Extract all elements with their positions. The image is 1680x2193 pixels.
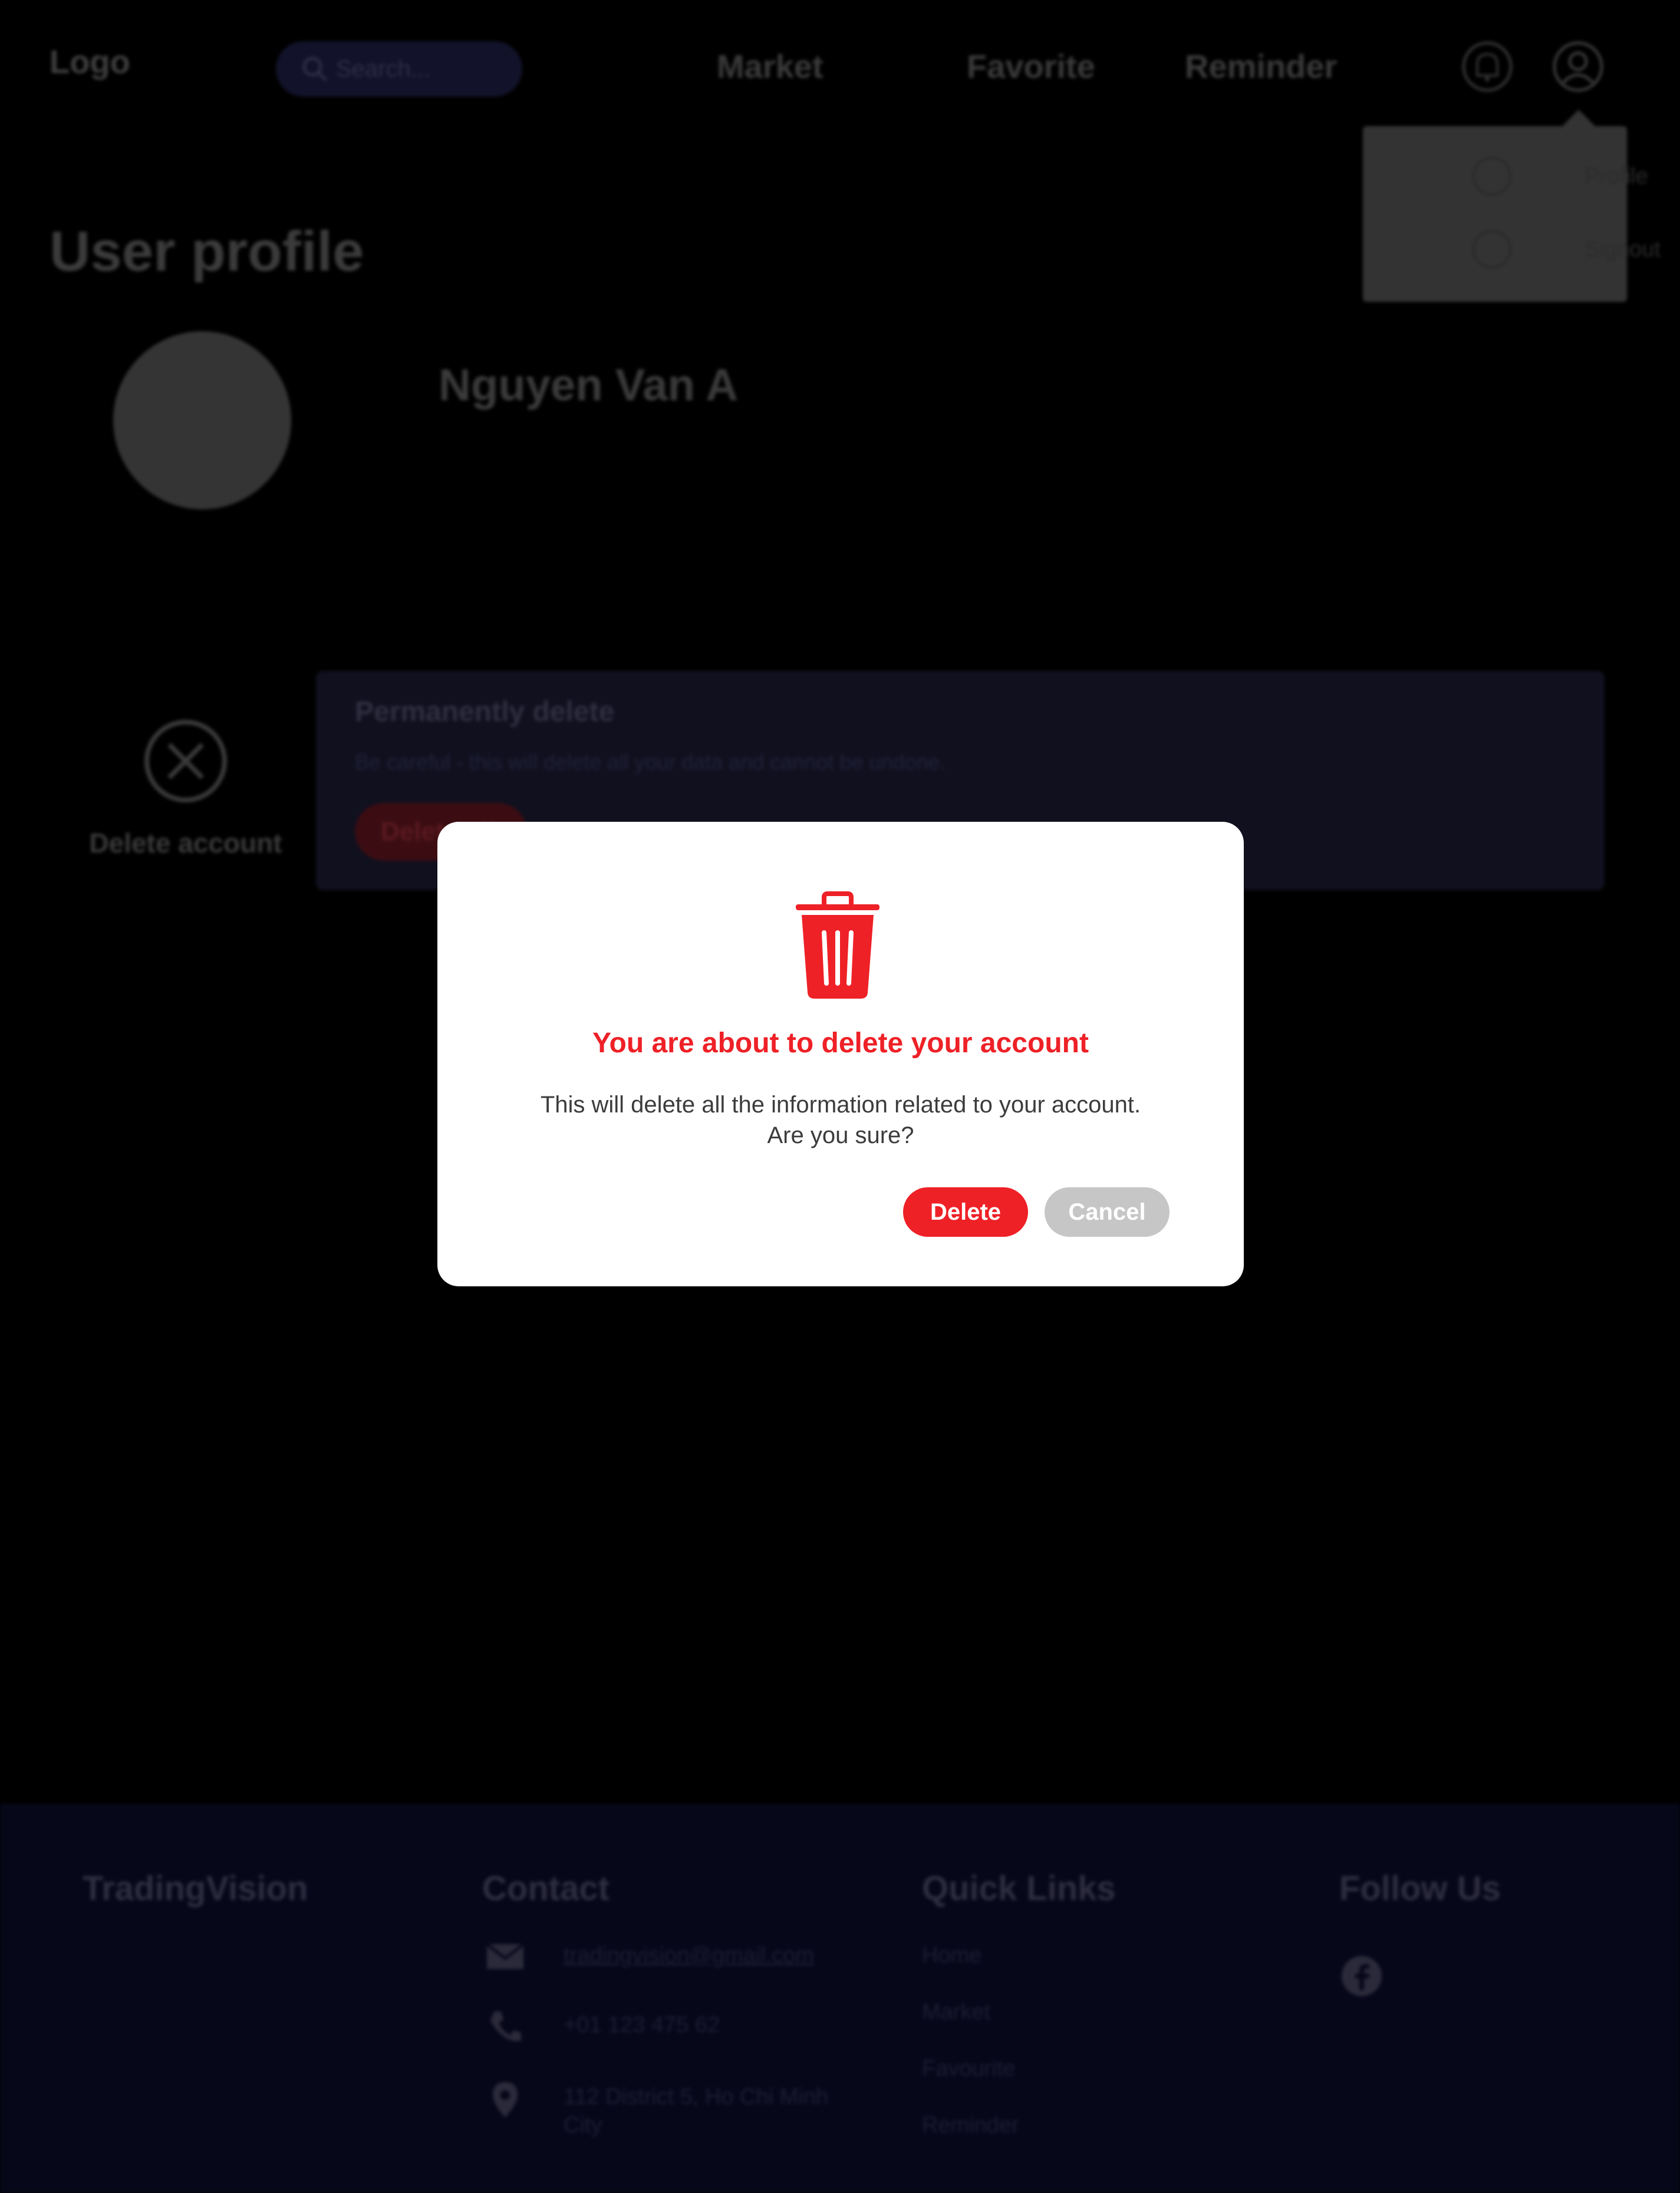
user-icon[interactable]	[1551, 40, 1605, 93]
search-icon	[297, 51, 332, 87]
footer-link-favourite[interactable]: Favourite	[922, 2056, 1015, 2082]
footer-phone: +01 123 475 62	[564, 2013, 720, 2037]
user-dropdown: Profile Signout	[1363, 126, 1661, 302]
danger-card-text: Be careful - this will delete all your d…	[355, 750, 946, 774]
facebook-icon[interactable]	[1340, 1955, 1383, 1997]
phone-icon	[490, 2011, 521, 2041]
dropdown-item-profile[interactable]: Profile	[1399, 157, 1648, 196]
nav-link-favorite[interactable]: Favorite	[967, 47, 1095, 85]
modal-message-line1: This will delete all the information rel…	[540, 1092, 1141, 1118]
footer-follow-title: Follow Us	[1339, 1869, 1501, 1908]
logo[interactable]: Logo	[50, 42, 130, 81]
delete-account-modal: You are about to delete your account Thi…	[437, 822, 1244, 1286]
dropdown-caret	[1561, 110, 1596, 127]
search-input[interactable]: Search...	[336, 56, 430, 83]
bell-icon[interactable]	[1461, 40, 1514, 93]
footer-address-line2: City	[564, 2113, 602, 2138]
dropdown-item-label: Signout	[1585, 236, 1661, 262]
nav-link-reminder[interactable]: Reminder	[1185, 47, 1337, 85]
footer-link-home[interactable]: Home	[922, 1943, 981, 1968]
footer-link-reminder[interactable]: Reminder	[922, 2113, 1019, 2138]
close-circle-icon	[144, 720, 227, 802]
footer-links-title: Quick Links	[922, 1869, 1116, 1908]
mail-icon	[486, 1943, 525, 1969]
footer-link-market[interactable]: Market	[922, 2000, 990, 2025]
footer: TradingVision Contact tradingvision@gmai…	[0, 1804, 1680, 2193]
trash-icon	[796, 891, 879, 999]
sidebar-item-delete-account[interactable]: Delete account	[77, 718, 295, 859]
page-title: User profile	[50, 220, 364, 283]
cancel-button[interactable]: Cancel	[1045, 1187, 1170, 1237]
footer-brand: TradingVision	[83, 1869, 308, 1908]
modal-message-line2: Are you sure?	[767, 1122, 914, 1148]
location-icon	[493, 2082, 518, 2118]
modal-message: This will delete all the information rel…	[437, 1089, 1244, 1151]
dropdown-item-signout[interactable]: Signout	[1399, 230, 1661, 269]
dropdown-item-label: Profile	[1585, 163, 1648, 189]
danger-card-title: Permanently delete	[355, 696, 615, 727]
sidebar-item-label: Delete account	[89, 828, 282, 858]
avatar	[113, 331, 291, 509]
footer-email[interactable]: tradingvision@gmail.com	[564, 1943, 814, 1968]
confirm-delete-button[interactable]: Delete	[903, 1187, 1028, 1237]
user-name: Nguyen Van A	[439, 360, 739, 410]
nav-link-market[interactable]: Market	[717, 47, 823, 85]
modal-title: You are about to delete your account	[592, 1028, 1089, 1059]
search-box[interactable]: Search...	[276, 41, 522, 97]
signout-icon	[1473, 230, 1511, 269]
footer-contact-title: Contact	[482, 1869, 610, 1908]
footer-address-line1: 112 District 5, Ho Chi Minh	[564, 2085, 829, 2109]
profile-icon	[1473, 157, 1511, 196]
